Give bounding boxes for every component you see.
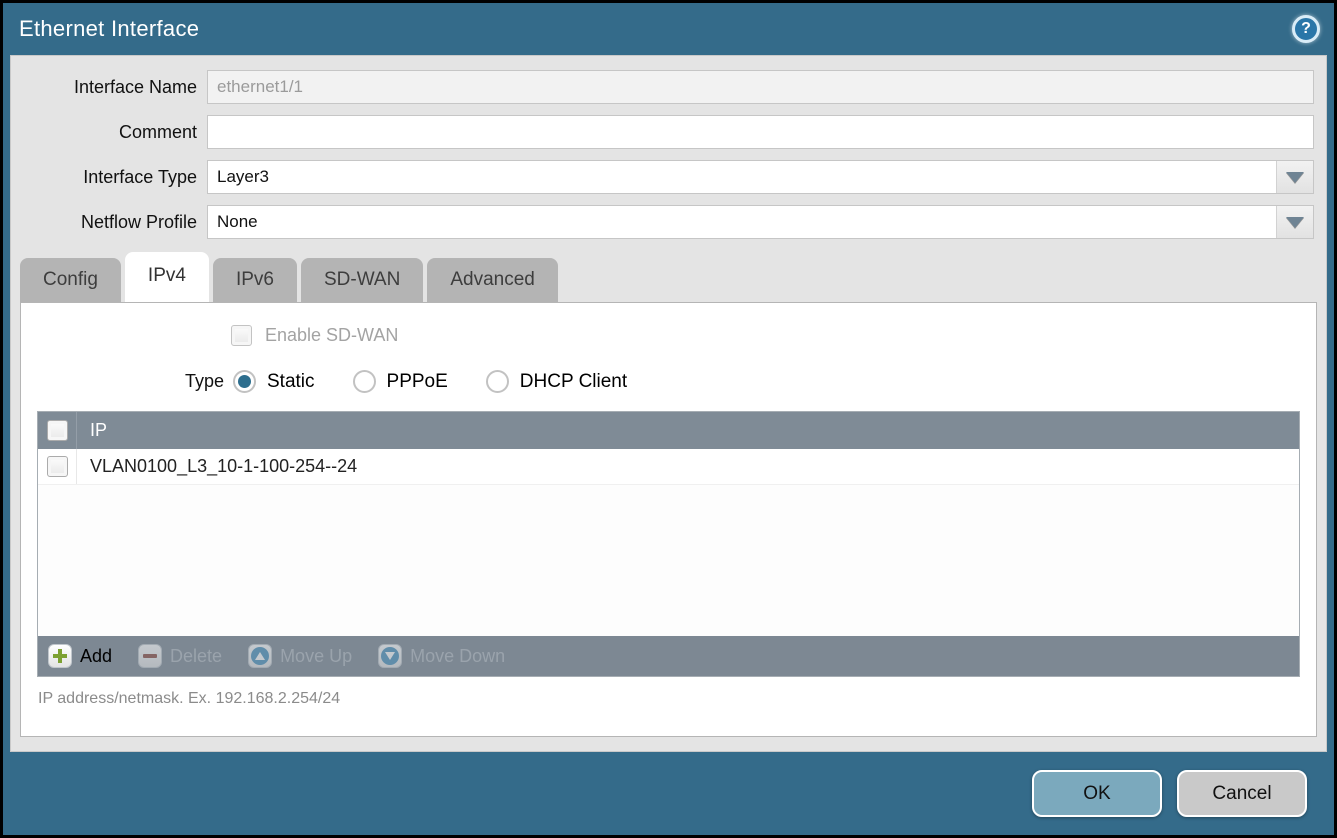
netflow-profile-value: None (208, 206, 1276, 238)
delete-button[interactable]: Delete (138, 644, 222, 668)
ipv4-tab-panel: Enable SD-WAN Type Static PPPoE DHCP Cli… (20, 302, 1317, 737)
enable-sdwan-checkbox[interactable] (231, 325, 252, 346)
move-down-button-label: Move Down (410, 646, 505, 667)
enable-sdwan-row: Enable SD-WAN (231, 325, 1316, 346)
move-up-button[interactable]: Move Up (248, 644, 352, 668)
interface-type-select[interactable]: Layer3 (207, 160, 1314, 194)
netflow-profile-select[interactable]: None (207, 205, 1314, 239)
table-row[interactable]: VLAN0100_L3_10-1-100-254--24 (38, 449, 1299, 485)
radio-pppoe[interactable]: PPPoE (353, 370, 448, 393)
interface-type-value: Layer3 (208, 161, 1276, 193)
help-icon[interactable]: ? (1292, 15, 1320, 43)
arrow-down-icon (378, 644, 402, 668)
ip-netmask-hint: IP address/netmask. Ex. 192.168.2.254/24 (38, 690, 1316, 708)
form-row-netflow-profile: Netflow Profile None (11, 205, 1314, 239)
interface-name-label: Interface Name (11, 77, 207, 98)
dialog-title: Ethernet Interface (19, 16, 199, 42)
tab-bar: Config IPv4 IPv6 SD-WAN Advanced (11, 252, 1326, 302)
radio-dhcp-client-label: DHCP Client (520, 371, 627, 393)
form-row-interface-type: Interface Type Layer3 (11, 160, 1314, 194)
arrow-up-icon (248, 644, 272, 668)
radio-pppoe-label: PPPoE (387, 371, 448, 393)
cancel-button[interactable]: Cancel (1177, 770, 1307, 817)
radio-dhcp-client[interactable]: DHCP Client (486, 370, 627, 393)
interface-type-label: Interface Type (11, 167, 207, 188)
radio-icon[interactable] (233, 370, 256, 393)
delete-button-label: Delete (170, 646, 222, 667)
interface-type-dropdown-button[interactable] (1276, 161, 1313, 193)
chevron-down-icon (1286, 217, 1304, 228)
dialog-footer: OK Cancel (3, 752, 1334, 835)
dialog-body: Interface Name Comment Interface Type La… (10, 55, 1327, 752)
tab-config[interactable]: Config (20, 258, 121, 302)
plus-icon (48, 644, 72, 668)
table-header-row: IP (38, 412, 1299, 449)
ok-button[interactable]: OK (1032, 770, 1162, 817)
select-all-checkbox[interactable] (47, 420, 68, 441)
netflow-profile-dropdown-button[interactable] (1276, 206, 1313, 238)
form-row-interface-name: Interface Name (11, 70, 1314, 104)
radio-icon[interactable] (353, 370, 376, 393)
row-checkbox-cell (38, 449, 77, 484)
tab-ipv6[interactable]: IPv6 (213, 258, 297, 302)
comment-field[interactable] (207, 115, 1314, 149)
radio-static-label: Static (267, 371, 315, 393)
dialog-titlebar: Ethernet Interface ? (3, 3, 1334, 55)
ip-cell-value: VLAN0100_L3_10-1-100-254--24 (77, 456, 357, 477)
comment-label: Comment (11, 122, 207, 143)
type-label: Type (21, 371, 233, 392)
add-button-label: Add (80, 646, 112, 667)
tab-sdwan[interactable]: SD-WAN (301, 258, 423, 302)
ip-address-table: IP VLAN0100_L3_10-1-100-254--24 Add (37, 411, 1300, 677)
ip-column-header: IP (77, 420, 107, 441)
chevron-down-icon (1286, 172, 1304, 183)
table-empty-area (38, 485, 1299, 636)
move-down-button[interactable]: Move Down (378, 644, 505, 668)
table-toolbar: Add Delete Move Up Move Down (38, 636, 1299, 676)
radio-icon[interactable] (486, 370, 509, 393)
enable-sdwan-label: Enable SD-WAN (265, 325, 398, 346)
radio-static[interactable]: Static (233, 370, 315, 393)
tab-advanced[interactable]: Advanced (427, 258, 558, 302)
netflow-profile-label: Netflow Profile (11, 212, 207, 233)
header-checkbox-cell (38, 412, 77, 449)
interface-name-field (207, 70, 1314, 104)
row-checkbox[interactable] (47, 456, 68, 477)
add-button[interactable]: Add (48, 644, 112, 668)
tab-ipv4[interactable]: IPv4 (125, 252, 209, 302)
minus-icon (138, 644, 162, 668)
panel-bottom-spacer (11, 737, 1326, 751)
form-row-comment: Comment (11, 115, 1314, 149)
move-up-button-label: Move Up (280, 646, 352, 667)
ethernet-interface-dialog: Ethernet Interface ? Interface Name Comm… (0, 0, 1337, 838)
type-radio-row: Type Static PPPoE DHCP Client (21, 370, 1316, 393)
